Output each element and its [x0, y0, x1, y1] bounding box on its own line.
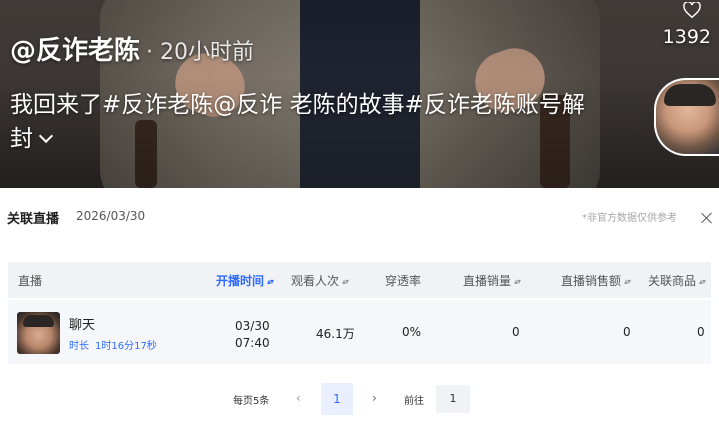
- prev-page-button[interactable]: ‹: [296, 391, 301, 405]
- live-sales-count: 0: [512, 325, 520, 339]
- video-author[interactable]: @反诈老陈 · 20小时前: [10, 30, 254, 67]
- panel-date: 2026/03/30: [76, 209, 146, 223]
- goto-label: 前往: [404, 396, 424, 407]
- like-count: 1392: [662, 26, 711, 48]
- col-penetration: 穿透率: [385, 274, 422, 288]
- video-caption[interactable]: 我回来了#反诈老陈@反诈 老陈的故事#反诈老陈账号解封: [10, 88, 590, 156]
- caption-text: 我回来了#反诈老陈@反诈 老陈的故事#反诈老陈账号解封: [10, 92, 585, 152]
- disclaimer-note: *非官方数据仅供参考: [582, 213, 677, 224]
- live-table: 直播 开播时间 ▴▾ 观看人次 ▴▾ 穿透率 直播销量 ▴▾ 直播销售额 ▴▾ 关联商品…: [8, 262, 711, 364]
- col-sales-count[interactable]: 直播销量 ▴▾: [463, 272, 521, 289]
- live-viewers: 46.1万: [316, 327, 355, 341]
- goto-page-input[interactable]: 1: [436, 385, 470, 413]
- live-thumbnail[interactable]: [17, 312, 60, 354]
- sort-icon[interactable]: ▴▾: [699, 277, 706, 286]
- col-live: 直播: [18, 274, 43, 288]
- live-sales-amount: 0: [623, 325, 631, 339]
- sort-icon[interactable]: ▴▾: [514, 277, 521, 286]
- panel-title: 关联直播: [7, 212, 60, 227]
- close-icon[interactable]: [701, 212, 713, 224]
- live-duration: 时长 1时16分17秒: [69, 341, 157, 352]
- author-name[interactable]: @反诈老陈: [10, 36, 140, 66]
- col-sales-amount[interactable]: 直播销售额 ▴▾: [561, 272, 631, 289]
- col-start-time[interactable]: 开播时间 ▴▾: [216, 272, 274, 289]
- live-products: 0: [697, 325, 705, 339]
- heart-icon[interactable]: [683, 2, 701, 18]
- related-live-panel: 关联直播 2026/03/30 *非官方数据仅供参考 直播 开播时间 ▴▾ 观看人…: [0, 188, 719, 436]
- col-products[interactable]: 关联商品 ▴▾: [648, 272, 706, 289]
- live-penetration: 0%: [402, 325, 422, 339]
- live-title[interactable]: 聊天: [69, 314, 95, 333]
- author-avatar[interactable]: [654, 78, 719, 156]
- sort-icon[interactable]: ▴▾: [624, 277, 631, 286]
- video-frame[interactable]: 1392 @反诈老陈 · 20小时前 我回来了#反诈老陈@反诈 老陈的故事#反诈老…: [0, 0, 719, 188]
- table-header: 直播 开播时间 ▴▾ 观看人次 ▴▾ 穿透率 直播销量 ▴▾ 直播销售额 ▴▾ 关联商品…: [8, 262, 711, 298]
- col-viewers[interactable]: 观看人次 ▴▾: [291, 272, 349, 289]
- table-row[interactable]: 聊天 时长 1时16分17秒 03/30 07:40 46.1万 0% 0 0 0: [8, 300, 711, 364]
- post-time: · 20小时前: [146, 40, 254, 65]
- sort-icon[interactable]: ▴▾: [267, 277, 274, 286]
- live-start-clock: 07:40: [235, 336, 270, 350]
- chevron-down-icon[interactable]: [38, 128, 54, 144]
- page-1-button[interactable]: 1: [321, 383, 353, 415]
- pagination: 每页5条 ‹ 1 › 前往 1: [0, 382, 719, 418]
- live-start-time: 03/30 07:40: [235, 318, 270, 352]
- avatar-hair: [664, 84, 716, 106]
- page-size-select[interactable]: 每页5条: [233, 392, 269, 407]
- sort-icon[interactable]: ▴▾: [342, 277, 349, 286]
- live-start-date: 03/30: [235, 319, 270, 333]
- thumb-hair: [23, 315, 54, 327]
- next-page-button[interactable]: ›: [372, 391, 377, 405]
